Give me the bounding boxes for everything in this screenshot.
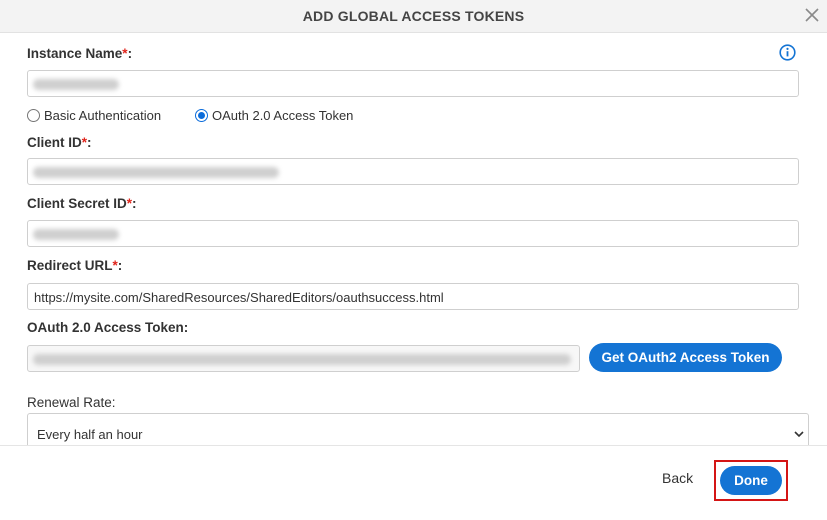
label-suffix: :: [127, 46, 133, 61]
dialog-footer: [0, 446, 827, 520]
redirect-url-label: Redirect URL*:: [27, 258, 122, 273]
client-secret-label-text: Client Secret ID: [27, 196, 127, 211]
close-icon[interactable]: [803, 6, 821, 24]
instance-name-label: Instance Name*:: [27, 46, 132, 61]
access-token-label: OAuth 2.0 Access Token:: [27, 320, 189, 335]
label-suffix: :: [132, 196, 137, 211]
instance-name-input[interactable]: [27, 70, 799, 97]
radio-oauth-access-token[interactable]: OAuth 2.0 Access Token: [195, 108, 353, 123]
redacted-value: [33, 229, 119, 240]
label-suffix: :: [117, 258, 123, 273]
access-token-input[interactable]: [27, 345, 580, 372]
client-id-label-text: Client ID: [27, 135, 82, 150]
redacted-value: [33, 167, 279, 178]
redacted-value: [33, 354, 571, 365]
instance-name-label-text: Instance Name: [27, 46, 123, 61]
done-button[interactable]: Done: [720, 466, 782, 495]
radio-oauth-dot[interactable]: [195, 109, 208, 122]
radio-oauth-label: OAuth 2.0 Access Token: [212, 108, 354, 123]
chevron-down-icon[interactable]: [794, 430, 804, 438]
client-id-input[interactable]: [27, 158, 799, 185]
radio-basic-authentication[interactable]: Basic Authentication: [27, 108, 161, 123]
client-id-label: Client ID*:: [27, 135, 92, 150]
client-secret-input[interactable]: [27, 220, 799, 247]
redirect-url-value: https://mysite.com/SharedResources/Share…: [34, 290, 444, 305]
dialog-titlebar: ADD GLOBAL ACCESS TOKENS: [0, 0, 827, 33]
radio-basic-label: Basic Authentication: [44, 108, 162, 123]
redirect-url-label-text: Redirect URL: [27, 258, 113, 273]
get-oauth2-token-button[interactable]: Get OAuth2 Access Token: [589, 343, 782, 372]
radio-basic-dot[interactable]: [27, 109, 40, 122]
client-secret-label: Client Secret ID*:: [27, 196, 137, 211]
label-suffix: :: [87, 135, 92, 150]
redirect-url-input[interactable]: https://mysite.com/SharedResources/Share…: [27, 283, 799, 310]
dialog-title: ADD GLOBAL ACCESS TOKENS: [302, 8, 525, 24]
renewal-rate-label: Renewal Rate:: [27, 395, 116, 410]
info-icon[interactable]: [779, 44, 796, 61]
back-button[interactable]: Back: [662, 470, 693, 486]
redacted-value: [33, 79, 119, 90]
renewal-rate-value: Every half an hour: [37, 427, 143, 442]
